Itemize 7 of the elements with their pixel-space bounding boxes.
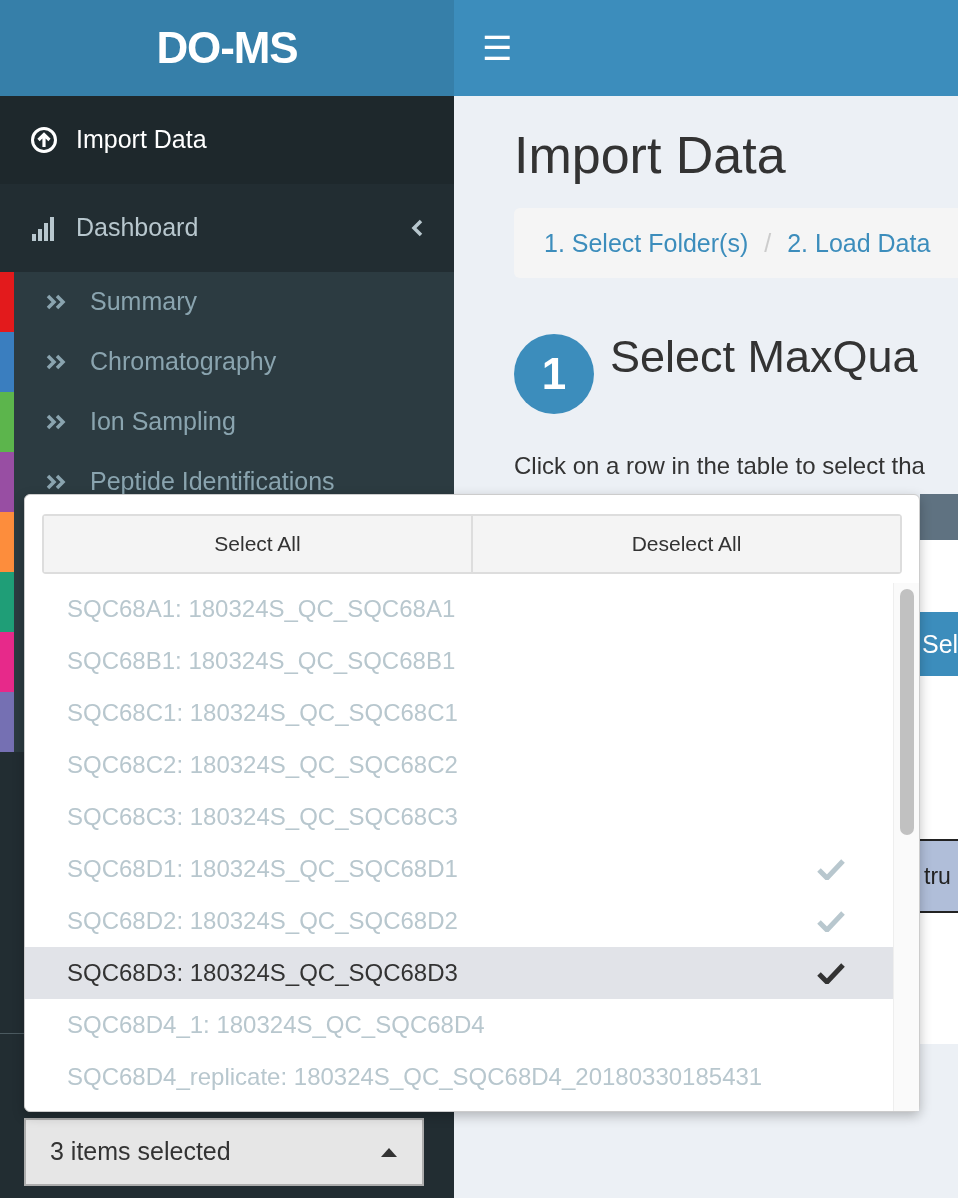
step-number-badge: 1 bbox=[514, 334, 594, 415]
instruction-text: Click on a row in the table to select tha bbox=[514, 451, 926, 482]
page-title: Import Data bbox=[514, 125, 787, 186]
step-heading: Select MaxQua bbox=[610, 332, 918, 382]
breadcrumb-separator: / bbox=[764, 227, 772, 259]
table-cell: tru bbox=[920, 839, 958, 914]
app-logo: DO-MS bbox=[156, 22, 298, 74]
